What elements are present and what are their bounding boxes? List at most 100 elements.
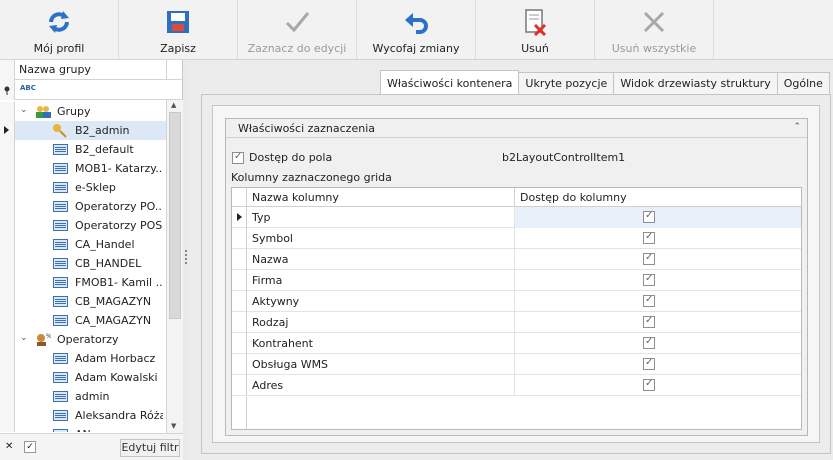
tree-item-operator[interactable]: Adam Horbacz	[0, 349, 166, 368]
tree-item-group[interactable]: CB_HANDEL	[0, 254, 166, 273]
scroll-thumb[interactable]	[169, 112, 181, 319]
group-icon	[53, 296, 68, 307]
tree-node-groups[interactable]: ⌄ Grupy	[0, 102, 166, 121]
column-access-checkbox[interactable]	[643, 378, 655, 391]
tree-item-group[interactable]: CA_Handel	[0, 235, 166, 254]
expand-icon[interactable]: ⌄	[20, 105, 28, 115]
group-list-panel: Nazwa grupy ABC ⌄ Grupy B2_admin B2_defau…	[0, 60, 183, 460]
svg-text:%: %	[46, 333, 51, 340]
operator-icon	[53, 429, 68, 432]
column-access-cell	[514, 375, 801, 396]
column-access-cell	[514, 291, 801, 312]
delete-button[interactable]: Usuń	[476, 0, 595, 59]
filter-text-icon: ABC	[20, 84, 36, 92]
column-name-cell: Nazwa	[252, 253, 289, 266]
tree-item-group[interactable]: Operatorzy PO...	[0, 197, 166, 216]
operators-icon: %	[35, 332, 52, 347]
column-access-checkbox[interactable]	[643, 210, 655, 223]
group-list-scrollbar[interactable]: ▲ ▼	[166, 100, 183, 433]
delete-all-label: Usuń wszystkie	[611, 42, 697, 55]
undo-changes-button[interactable]: Wycofaj zmiany	[357, 0, 476, 59]
tree-node-label: Grupy	[57, 105, 91, 118]
tree-item-operator[interactable]: admin	[0, 387, 166, 406]
clear-filter-icon[interactable]: ✕	[5, 441, 13, 452]
grid-row[interactable]: Firma	[232, 270, 801, 291]
undo-changes-label: Wycofaj zmiany	[372, 42, 460, 55]
group-icon	[53, 315, 68, 326]
group-list-header: Nazwa grupy	[0, 60, 183, 80]
tree-item-operator[interactable]: Adam Kowalski	[0, 368, 166, 387]
column-name-cell: Symbol	[252, 232, 293, 245]
group-icon	[53, 220, 68, 231]
tree-node-operators[interactable]: ⌄ % Operatorzy	[0, 330, 166, 349]
grid-row[interactable]: Obsługa WMS	[232, 354, 801, 375]
grid-row[interactable]: Symbol	[232, 228, 801, 249]
tab-hidden-items[interactable]: Ukryte pozycje	[518, 72, 615, 94]
field-access-checkbox[interactable]	[232, 151, 244, 164]
column-access-checkbox[interactable]	[643, 336, 655, 349]
edit-filter-button[interactable]: Edytuj filtr	[120, 439, 180, 457]
tab-tree-view[interactable]: Widok drzewiasty struktury	[613, 72, 778, 94]
grid-row[interactable]: Nazwa	[232, 249, 801, 270]
collapse-icon[interactable]: ⌃	[793, 122, 801, 132]
group-icon	[53, 239, 68, 250]
delete-document-icon	[519, 6, 551, 38]
column-access-checkbox[interactable]	[643, 273, 655, 286]
column-name-cell: Obsługa WMS	[252, 358, 329, 371]
tree-item-group[interactable]: Operatorzy POS	[0, 216, 166, 235]
column-header-access[interactable]: Dostęp do kolumny	[514, 188, 627, 207]
group-icon	[53, 277, 68, 288]
grid-row[interactable]: Rodzaj	[232, 312, 801, 333]
column-access-checkbox[interactable]	[643, 357, 655, 370]
column-access-checkbox[interactable]	[643, 231, 655, 244]
tree-item-group[interactable]: e-Sklep	[0, 178, 166, 197]
mark-for-edit-button[interactable]: Zaznacz do edycji	[238, 0, 357, 59]
expand-icon[interactable]: ⌄	[20, 333, 28, 343]
tree-item-group[interactable]: FMOB1- Kamil ...	[0, 273, 166, 292]
key-icon	[52, 123, 68, 138]
column-header-group-name[interactable]: Nazwa grupy	[19, 63, 91, 76]
grid-row[interactable]: Kontrahent	[232, 333, 801, 354]
tree-item-label: CA_MAGAZYN	[75, 314, 152, 327]
checkmark-icon	[281, 6, 313, 38]
scroll-down-icon[interactable]: ▼	[171, 422, 176, 430]
row-pointer-icon	[237, 213, 242, 221]
tree-item-group[interactable]: CA_MAGAZYN	[0, 311, 166, 330]
column-name-cell: Rodzaj	[252, 316, 289, 329]
filter-row[interactable]: ABC	[0, 80, 183, 100]
tree-item-label: B2_default	[75, 143, 134, 156]
column-access-checkbox[interactable]	[643, 315, 655, 328]
grid-row[interactable]: Aktywny	[232, 291, 801, 312]
column-name-cell: Kontrahent	[252, 337, 313, 350]
filter-enabled-checkbox[interactable]: ✓	[24, 441, 36, 453]
tree-item-group[interactable]: B2_admin	[0, 121, 166, 140]
tab-general[interactable]: Ogólne	[776, 72, 830, 94]
tree-item-group[interactable]: B2_default	[0, 140, 166, 159]
column-access-checkbox[interactable]	[643, 252, 655, 265]
tree-item-label: AN...	[75, 428, 163, 432]
tree-item-label: Aleksandra Róża	[75, 409, 163, 422]
column-header-name[interactable]: Nazwa kolumny	[252, 191, 339, 204]
grid-columns-label: Kolumny zaznaczonego grida	[231, 171, 392, 184]
tree-item-operator[interactable]: AN...	[0, 425, 166, 432]
delete-all-button[interactable]: Usuń wszystkie	[595, 0, 714, 59]
grid-row[interactable]: Adres	[232, 375, 801, 396]
column-name-cell: Aktywny	[252, 295, 300, 308]
save-label: Zapisz	[160, 42, 196, 55]
save-button[interactable]: Zapisz	[119, 0, 238, 59]
tree-item-label: CB_MAGAZYN	[75, 295, 152, 308]
column-access-checkbox[interactable]	[643, 294, 655, 307]
column-access-cell	[514, 354, 801, 375]
column-name-cell: Typ	[252, 211, 271, 224]
scroll-up-icon[interactable]: ▲	[171, 101, 176, 109]
tree-item-group[interactable]: MOB1- Katarzy...	[0, 159, 166, 178]
tree-item-label: CB_HANDEL	[75, 257, 142, 270]
my-profile-button[interactable]: Mój profil	[0, 0, 119, 59]
tree-item-operator[interactable]: Aleksandra Róża	[0, 406, 166, 425]
grid-row[interactable]: Typ	[232, 207, 801, 228]
tab-container-properties[interactable]: Właściwości kontenera	[380, 70, 520, 94]
tab-strip: Właściwości kontenera Ukryte pozycje Wid…	[380, 70, 830, 94]
tree-item-group[interactable]: CB_MAGAZYN	[0, 292, 166, 311]
operator-icon	[53, 391, 68, 402]
column-access-cell	[514, 207, 801, 228]
